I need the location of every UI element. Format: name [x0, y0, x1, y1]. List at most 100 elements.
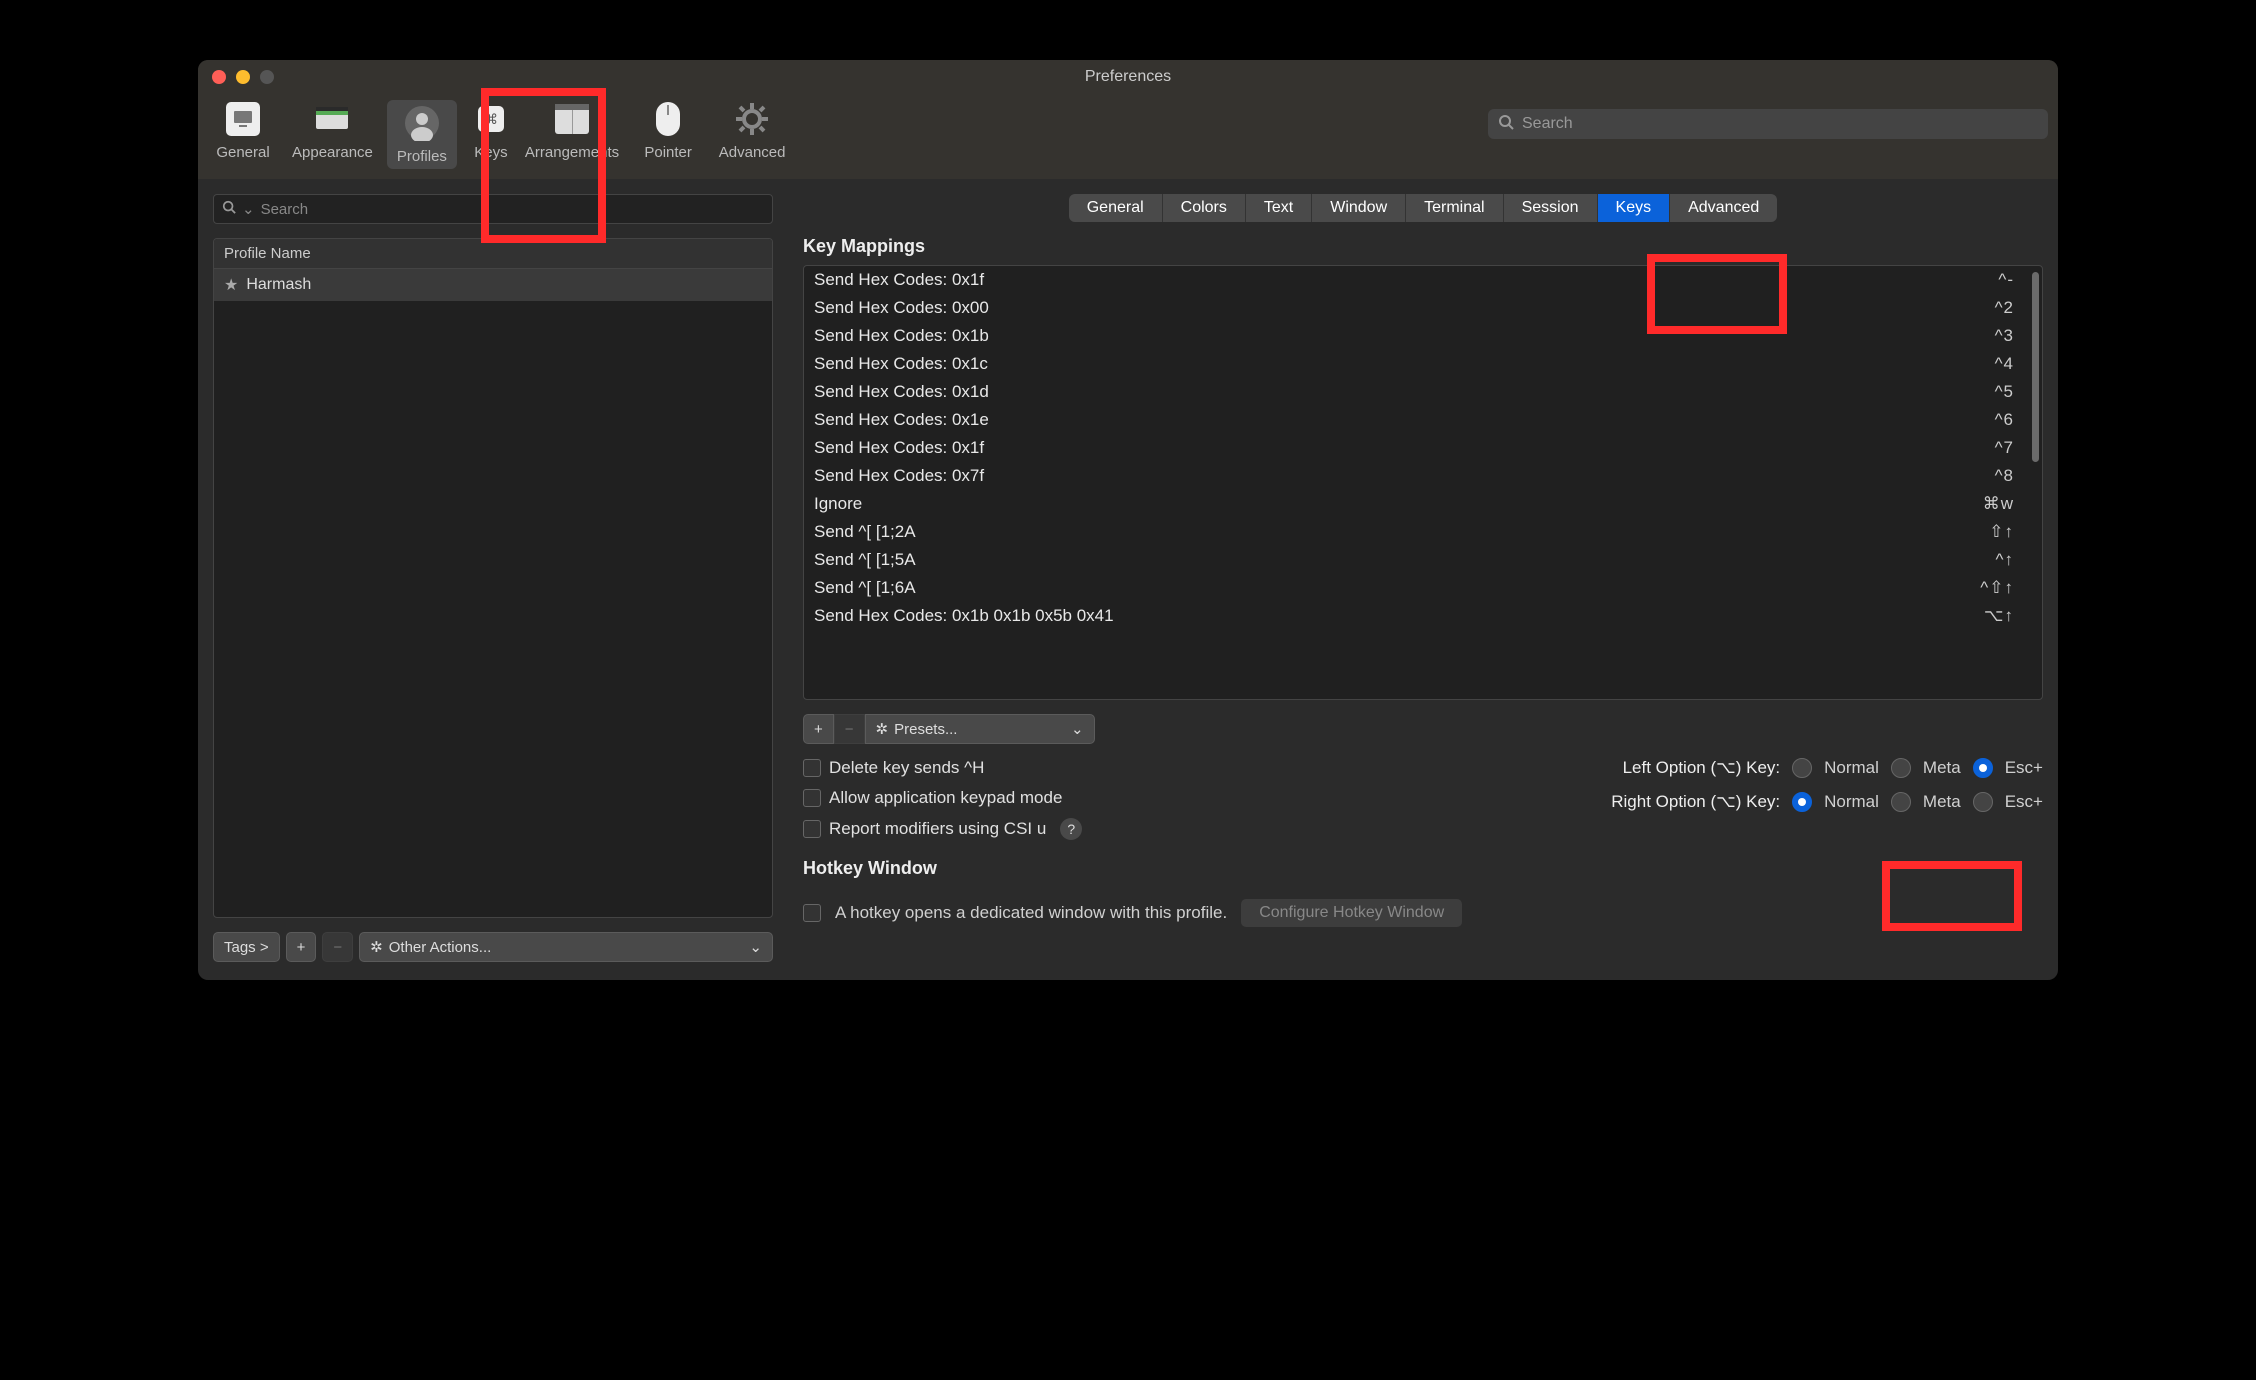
key-mapping-row[interactable]: Send Hex Codes: 0x1c ^4 — [804, 350, 2042, 378]
add-profile-button[interactable]: + — [286, 932, 317, 962]
right-option-normal[interactable] — [1792, 792, 1812, 812]
key-action: Send Hex Codes: 0x00 — [814, 298, 989, 318]
tab-colors[interactable]: Colors — [1163, 194, 1246, 222]
radio-label: Normal — [1824, 758, 1879, 778]
other-actions-button[interactable]: ✲ Other Actions... ⌄ — [359, 932, 773, 962]
window-title: Preferences — [198, 68, 2058, 86]
toolbar: General Appearance Profiles ⌘ Keys — [198, 94, 2058, 179]
toolbar-item-general[interactable]: General — [208, 100, 278, 169]
key-action: Send ^[ [1;2A — [814, 522, 916, 542]
radio-label: Normal — [1824, 792, 1879, 812]
toolbar-label: Arrangements — [525, 144, 619, 161]
key-shortcut: ⇧↑ — [1989, 522, 2014, 542]
advanced-icon — [733, 100, 771, 138]
left-option-esc[interactable] — [1973, 758, 1993, 778]
chevron-down-icon: ⌄ — [242, 200, 255, 218]
key-mapping-row[interactable]: Send Hex Codes: 0x1b 0x1b 0x5b 0x41⌥↑ — [804, 602, 2042, 630]
hotkey-label: A hotkey opens a dedicated window with t… — [835, 903, 1227, 923]
svg-text:⌘: ⌘ — [484, 111, 498, 127]
radio-label: Meta — [1923, 792, 1961, 812]
profile-search[interactable]: ⌄ Search — [213, 194, 773, 224]
presets-label: Presets... — [894, 721, 957, 738]
profiles-icon — [403, 104, 441, 142]
key-shortcut: ^6 — [1995, 410, 2014, 430]
key-mapping-row[interactable]: Send Hex Codes: 0x1e^6 — [804, 406, 2042, 434]
scrollbar-thumb[interactable] — [2032, 272, 2039, 462]
profile-row[interactable]: ★ Harmash — [214, 269, 772, 301]
toolbar-search[interactable]: Search — [1488, 109, 2048, 139]
keypad-label: Allow application keypad mode — [829, 788, 1062, 808]
hotkey-checkbox[interactable] — [803, 904, 821, 922]
preferences-window: Preferences General Appearance Profiles — [198, 60, 2058, 980]
hotkey-title: Hotkey Window — [803, 858, 2043, 879]
toolbar-item-keys[interactable]: ⌘ Keys — [471, 100, 511, 169]
key-mapping-row[interactable]: Send Hex Codes: 0x1d^5 — [804, 378, 2042, 406]
delete-key-checkbox[interactable] — [803, 759, 821, 777]
toolbar-item-pointer[interactable]: Pointer — [633, 100, 703, 169]
radio-label: Esc+ — [2005, 792, 2043, 812]
tab-keys[interactable]: Keys — [1598, 194, 1671, 222]
key-shortcut: ⌥↑ — [1984, 606, 2014, 626]
tab-advanced[interactable]: Advanced — [1670, 194, 1777, 222]
remove-mapping-button[interactable]: − — [834, 714, 865, 744]
gear-icon: ✲ — [876, 720, 889, 738]
tab-session[interactable]: Session — [1504, 194, 1598, 222]
key-mapping-row[interactable]: Send ^[ [1;6A^⇧↑ — [804, 574, 2042, 602]
key-shortcut: ^2 — [1995, 298, 2014, 318]
tab-window[interactable]: Window — [1312, 194, 1406, 222]
key-action: Send Hex Codes: 0x1d — [814, 382, 989, 402]
tab-general[interactable]: General — [1069, 194, 1163, 222]
configure-hotkey-button[interactable]: Configure Hotkey Window — [1241, 899, 1462, 927]
key-shortcut: ^4 — [1995, 354, 2014, 374]
key-mapping-row[interactable]: Send ^[ [1;5A^↑ — [804, 546, 2042, 574]
key-mapping-row[interactable]: Send ^[ [1;2A ⇧↑ — [804, 518, 2042, 546]
tags-button[interactable]: Tags > — [213, 932, 280, 962]
search-icon — [1498, 114, 1514, 135]
right-option-label: Right Option (⌥) Key: — [1611, 792, 1780, 812]
key-action: Send Hex Codes: 0x1f — [814, 438, 984, 458]
key-mapping-row[interactable]: Send Hex Codes: 0x1f^- — [804, 266, 2042, 294]
key-mapping-row[interactable]: Send Hex Codes: 0x00 ^2 — [804, 294, 2042, 322]
tab-text[interactable]: Text — [1246, 194, 1312, 222]
key-mapping-row[interactable]: Send Hex Codes: 0x1b ^3 — [804, 322, 2042, 350]
key-mapping-row[interactable]: Send Hex Codes: 0x7f^8 — [804, 462, 2042, 490]
toolbar-label: Appearance — [292, 144, 373, 161]
right-option-meta[interactable] — [1891, 792, 1911, 812]
toolbar-item-arrangements[interactable]: Arrangements — [525, 100, 619, 169]
key-mapping-row[interactable]: Send Hex Codes: 0x1f^7 — [804, 434, 2042, 462]
help-icon[interactable]: ? — [1060, 818, 1082, 840]
left-option-meta[interactable] — [1891, 758, 1911, 778]
profile-search-placeholder: Search — [261, 201, 309, 218]
left-option-normal[interactable] — [1792, 758, 1812, 778]
general-icon — [224, 100, 262, 138]
key-shortcut: ^3 — [1995, 326, 2014, 346]
radio-label: Meta — [1923, 758, 1961, 778]
add-mapping-button[interactable]: + — [803, 714, 834, 744]
csi-u-checkbox[interactable] — [803, 820, 821, 838]
toolbar-label: Profiles — [397, 148, 447, 165]
toolbar-item-appearance[interactable]: Appearance — [292, 100, 373, 169]
search-icon — [222, 200, 236, 218]
key-action: Send Hex Codes: 0x1b — [814, 326, 989, 346]
key-action: Send Hex Codes: 0x1f — [814, 270, 984, 290]
profile-name: Harmash — [246, 276, 311, 294]
profile-list-header: Profile Name — [214, 239, 772, 269]
right-option-esc[interactable] — [1973, 792, 1993, 812]
key-mappings-table[interactable]: Send Hex Codes: 0x1f^-Send Hex Codes: 0x… — [803, 265, 2043, 700]
key-action: Send Hex Codes: 0x1c — [814, 354, 988, 374]
toolbar-item-profiles[interactable]: Profiles — [387, 100, 457, 169]
arrangements-icon — [553, 100, 591, 138]
delete-key-label: Delete key sends ^H — [829, 758, 984, 778]
keypad-checkbox[interactable] — [803, 789, 821, 807]
gear-icon: ✲ — [370, 938, 383, 956]
toolbar-item-advanced[interactable]: Advanced — [717, 100, 787, 169]
key-mapping-row[interactable]: Ignore⌘w — [804, 490, 2042, 518]
tab-terminal[interactable]: Terminal — [1406, 194, 1503, 222]
left-option-label: Left Option (⌥) Key: — [1623, 758, 1781, 778]
toolbar-label: Keys — [474, 144, 507, 161]
key-action: Ignore — [814, 494, 862, 514]
presets-button[interactable]: ✲ Presets... ⌄ — [865, 714, 1095, 744]
key-action: Send ^[ [1;6A — [814, 578, 916, 598]
remove-profile-button[interactable]: − — [322, 932, 353, 962]
titlebar: Preferences — [198, 60, 2058, 94]
